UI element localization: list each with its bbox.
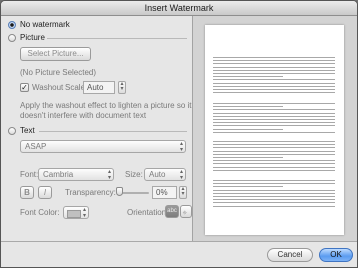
dialog-content: No watermark Picture Select Picture... (…	[1, 16, 357, 267]
preview-text-line	[213, 199, 335, 201]
ok-button[interactable]: OK	[319, 248, 353, 262]
preview-text-line	[213, 189, 335, 191]
preview-text-line	[213, 160, 335, 162]
picture-radio[interactable]	[8, 34, 16, 42]
italic-button[interactable]: I	[38, 186, 52, 199]
preview-text-line	[213, 186, 283, 188]
checkmark-icon: ✓	[21, 83, 28, 92]
watermark-text-value: ASAP	[25, 142, 47, 151]
preview-text-line	[213, 112, 335, 114]
preview-text-line	[213, 73, 335, 74]
scale-field[interactable]: Auto	[83, 81, 115, 94]
picture-status: (No Picture Selected)	[20, 68, 97, 77]
preview-text-line	[213, 202, 335, 204]
bottom-separator	[1, 241, 357, 242]
transparency-stepper[interactable]: ▴ ▾	[179, 186, 187, 199]
updown-arrows-icon: ▴ ▾	[179, 141, 183, 153]
size-value: Auto	[149, 170, 166, 179]
updown-arrows-icon: ▴ ▾	[179, 169, 183, 181]
diagonal-text-icon: ≡	[182, 209, 190, 217]
preview-text-line	[213, 103, 335, 104]
font-color-popup[interactable]: ▴ ▾	[63, 206, 89, 219]
preview-text-line	[213, 131, 335, 133]
preview-text-line	[213, 183, 335, 185]
washout-checkbox[interactable]: ✓	[20, 83, 29, 92]
preview-page	[205, 25, 344, 235]
preview-text-line	[213, 82, 335, 84]
picture-label: Picture	[20, 33, 45, 42]
preview-text-line	[213, 106, 283, 108]
preview-text-line	[213, 122, 335, 124]
help-text-line2: doesn't interfere with document text	[20, 111, 147, 120]
updown-arrows-icon: ▴ ▾	[107, 169, 111, 181]
watermark-text-combo[interactable]: ASAP ▴ ▾	[20, 140, 186, 153]
preview-text-line	[213, 92, 335, 94]
preview-text-line	[213, 169, 335, 171]
select-picture-button[interactable]: Select Picture...	[20, 47, 91, 61]
size-label: Size:	[125, 170, 143, 179]
orientation-label: Orientation:	[127, 208, 169, 217]
preview-text-line	[213, 196, 335, 197]
preview-text-line	[213, 85, 335, 87]
bold-button[interactable]: B	[20, 186, 34, 199]
transparency-field[interactable]: 0%	[152, 186, 177, 199]
preview-text-line	[213, 60, 335, 62]
watermark-preview-pane	[192, 16, 357, 241]
size-popup[interactable]: Auto ▴ ▾	[144, 168, 186, 181]
window-title: Insert Watermark	[1, 1, 357, 16]
preview-text-line	[213, 119, 335, 120]
text-radio[interactable]	[8, 127, 16, 135]
scale-stepper[interactable]: ▴ ▾	[118, 81, 126, 94]
transparency-slider-thumb[interactable]	[116, 187, 123, 196]
font-label: Font:	[20, 170, 39, 179]
preview-text-line	[213, 205, 335, 207]
stepper-arrows-icon: ▴ ▾	[120, 81, 124, 92]
preview-text-line	[213, 166, 335, 168]
no-watermark-label: No watermark	[20, 20, 70, 29]
preview-text-line	[213, 144, 335, 146]
preview-text-line	[213, 57, 335, 58]
text-separator	[39, 131, 187, 132]
text-label: Text	[20, 126, 35, 135]
insert-watermark-dialog: Insert Watermark No watermark Picture Se…	[0, 0, 358, 268]
preview-text-line	[213, 180, 335, 181]
updown-arrows-icon: ▴ ▾	[82, 207, 86, 219]
preview-text-line	[213, 163, 335, 165]
cancel-button[interactable]: Cancel	[267, 248, 313, 262]
preview-text-line	[213, 157, 283, 158]
orientation-horizontal-button[interactable]: abc	[165, 205, 179, 218]
transparency-label: Transparency:	[65, 188, 116, 197]
preview-text-line	[213, 66, 335, 68]
preview-text-line	[213, 63, 335, 65]
picture-separator	[47, 38, 187, 39]
preview-text-line	[213, 76, 283, 78]
no-watermark-radio[interactable]	[8, 21, 16, 29]
font-value: Cambria	[43, 170, 74, 179]
preview-text-line	[213, 109, 335, 111]
font-popup[interactable]: Cambria ▴ ▾	[38, 168, 114, 181]
font-color-swatch	[67, 210, 81, 218]
preview-text-line	[213, 192, 335, 194]
preview-text-line	[213, 89, 335, 90]
washout-label: Washout	[32, 83, 64, 92]
preview-text-line	[213, 79, 335, 81]
preview-text-line	[213, 141, 335, 142]
stepper-arrows-icon: ▴ ▾	[181, 186, 185, 197]
font-color-label: Font Color:	[20, 208, 60, 217]
transparency-slider-track[interactable]	[119, 192, 149, 194]
preview-text-line	[213, 125, 335, 127]
preview-text-line	[213, 147, 335, 149]
preview-text-line	[213, 128, 283, 130]
help-text-line1: Apply the washout effect to lighten a pi…	[20, 101, 192, 110]
orientation-diagonal-button[interactable]: ≡	[180, 205, 192, 218]
preview-text-line	[213, 69, 335, 71]
preview-text-line	[213, 150, 335, 152]
preview-text-line	[213, 153, 335, 155]
preview-text-line	[213, 115, 335, 117]
